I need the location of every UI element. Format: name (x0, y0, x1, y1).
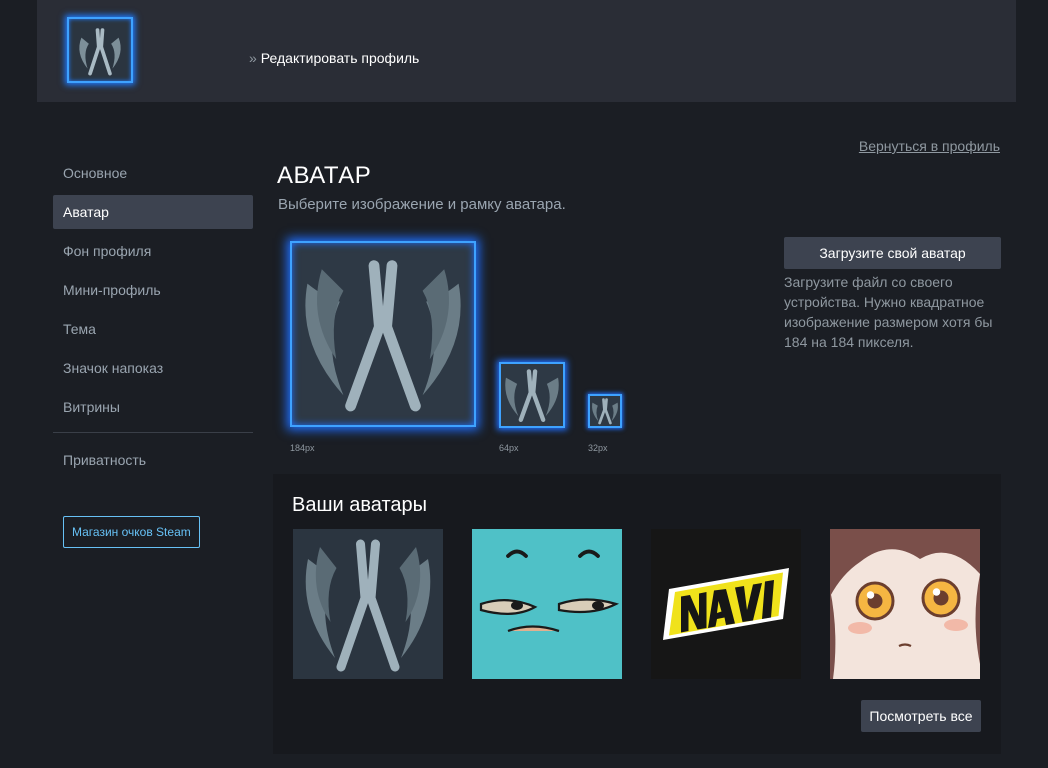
sidebar-item-theme[interactable]: Тема (53, 312, 253, 346)
points-shop-button[interactable]: Магазин очков Steam (63, 516, 200, 548)
sidebar-divider (53, 432, 253, 433)
profile-header: » Редактировать профиль (37, 0, 1016, 102)
avatar-option-2[interactable] (472, 529, 622, 679)
sidebar-item-background[interactable]: Фон профиля (53, 234, 253, 268)
sidebar-item-general[interactable]: Основное (53, 156, 253, 190)
see-all-avatars-button[interactable]: Посмотреть все (861, 700, 981, 732)
pliers-wings-icon (505, 369, 559, 422)
pliers-wings-icon (305, 260, 461, 412)
avatar-preview-large (290, 241, 476, 427)
pliers-wings-icon (79, 28, 121, 76)
upload-avatar-button[interactable]: Загрузите свой аватар (784, 237, 1001, 269)
your-avatars-title: Ваши аватары (292, 494, 427, 516)
your-avatars-panel: Ваши аватары Посмотреть все (273, 474, 1001, 754)
upload-hint-text: Загрузите файл со своего устройства. Нуж… (784, 274, 993, 350)
avatar-option-4[interactable] (830, 529, 980, 679)
size-label-184: 184px (290, 443, 315, 453)
sleepy-face-icon (472, 529, 622, 679)
pliers-wings-icon (293, 529, 443, 679)
sidebar-item-showcases[interactable]: Витрины (53, 390, 253, 424)
header-avatar[interactable] (67, 17, 133, 83)
sidebar-item-privacy[interactable]: Приватность (53, 443, 253, 477)
breadcrumb-separator: » (249, 50, 257, 66)
anime-girl-icon (830, 529, 980, 679)
breadcrumb-current[interactable]: Редактировать профиль (261, 50, 420, 66)
size-label-64: 64px (499, 443, 519, 453)
settings-sidebar: Основное Аватар Фон профиля Мини-профиль… (53, 156, 253, 548)
page-title: АВАТАР (277, 162, 372, 189)
page-subtitle: Выберите изображение и рамку аватара. (278, 196, 566, 213)
avatar-option-3[interactable] (651, 529, 801, 679)
avatar-preview-small (588, 394, 622, 428)
avatar-option-1[interactable] (293, 529, 443, 679)
size-label-32: 32px (588, 443, 608, 453)
sidebar-item-mini-profile[interactable]: Мини-профиль (53, 273, 253, 307)
back-to-profile-link[interactable]: Вернуться в профиль (859, 138, 1000, 154)
breadcrumb: » Редактировать профиль (249, 50, 419, 66)
avatar-preview-medium (499, 362, 565, 428)
pliers-wings-icon (592, 398, 618, 425)
navi-logo-icon (651, 529, 801, 679)
sidebar-item-featured-badge[interactable]: Значок напоказ (53, 351, 253, 385)
sidebar-item-avatar[interactable]: Аватар (53, 195, 253, 229)
